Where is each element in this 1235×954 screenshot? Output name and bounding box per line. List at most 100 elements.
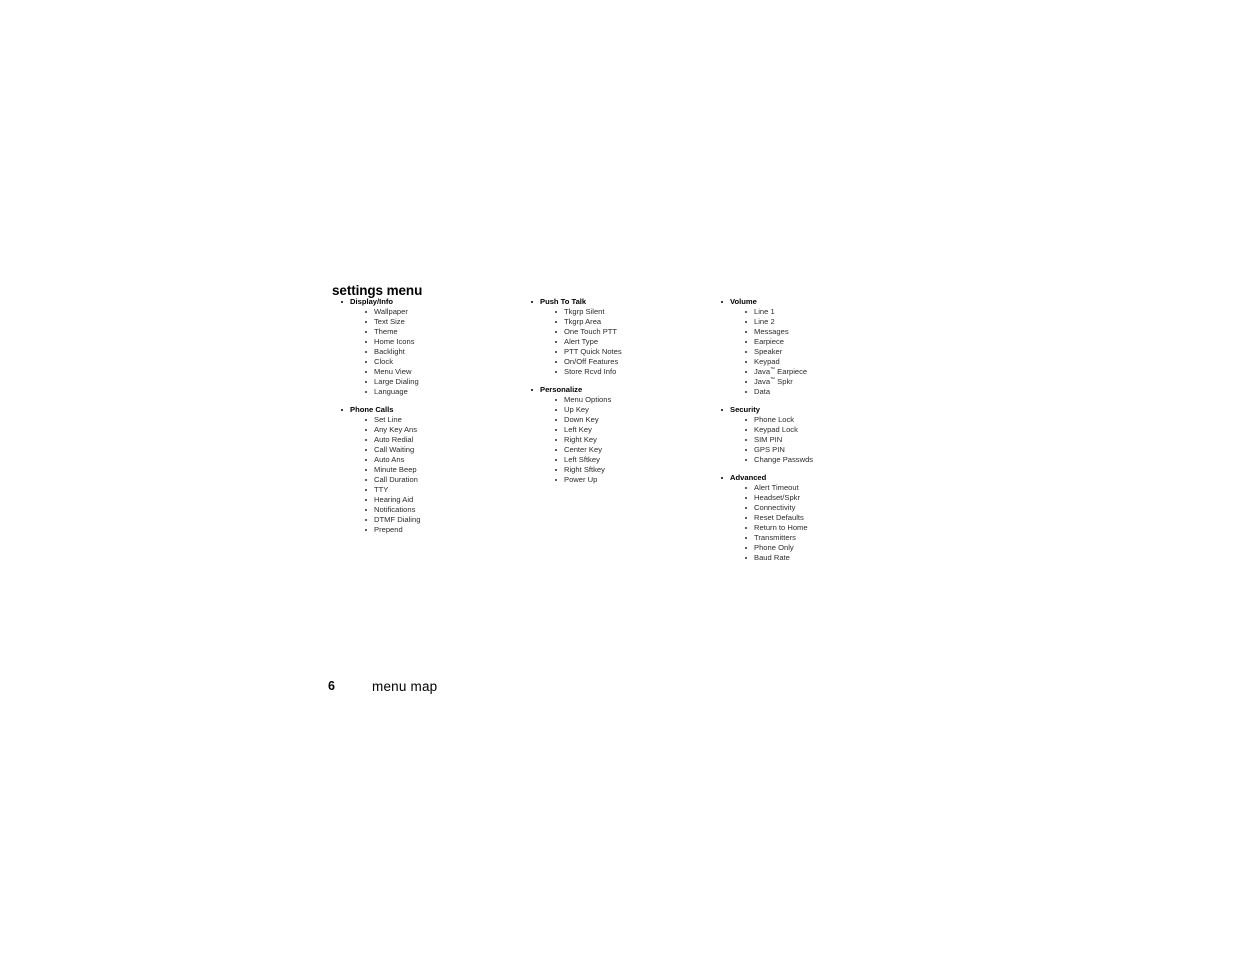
menu-item: Java™ Earpiece: [721, 367, 911, 377]
menu-item-label: Clock: [374, 357, 393, 366]
menu-item-label: Language: [374, 387, 408, 396]
menu-item-label: Transmitters: [754, 533, 796, 542]
menu-item: Hearing Aid: [341, 495, 521, 505]
menu-item: Auto Ans: [341, 455, 521, 465]
bullet-icon: [745, 486, 748, 489]
footer-section-title: menu map: [372, 679, 438, 694]
menu-item: Backlight: [341, 347, 521, 357]
footer-page-number: 6: [328, 679, 335, 693]
menu-item: SIM PIN: [721, 435, 911, 445]
bullet-icon: [365, 330, 368, 333]
menu-item-label: Alert Type: [564, 337, 599, 346]
bullet-icon: [365, 438, 368, 441]
menu-item: Left Key: [531, 425, 711, 435]
page-footer: 6 menu map: [0, 679, 1235, 699]
bullet-icon: [721, 476, 724, 479]
bullet-icon: [745, 418, 748, 421]
bullet-icon: [365, 428, 368, 431]
menu-item: Auto Redial: [341, 435, 521, 445]
menu-item-label: Auto Ans: [374, 455, 405, 464]
menu-item-list: Line 1 Line 2 Messages Earpiece Speaker Keypa…: [721, 307, 911, 397]
bullet-icon: [745, 340, 748, 343]
menu-item-label: Set Line: [374, 415, 402, 424]
menu-item: Speaker: [721, 347, 911, 357]
bullet-icon: [365, 458, 368, 461]
menu-item: Call Waiting: [341, 445, 521, 455]
menu-group-heading: Display/Info: [341, 297, 521, 307]
bullet-icon: [745, 556, 748, 559]
page-title: settings menu: [332, 283, 423, 299]
menu-item-label: Store Rcvd Info: [564, 367, 617, 376]
menu-group-label: Security: [730, 405, 760, 414]
menu-group-label: Display/Info: [350, 297, 394, 306]
menu-item-label: Java™ Earpiece: [754, 366, 808, 376]
bullet-icon: [365, 390, 368, 393]
menu-item-label: GPS PIN: [754, 445, 785, 454]
menu-group-phone-calls: Phone Calls Set Line Any Key Ans Auto Redia…: [341, 405, 521, 535]
menu-item: Theme: [341, 327, 521, 337]
menu-item-label: Down Key: [564, 415, 599, 424]
menu-item: Connectivity: [721, 503, 911, 513]
bullet-icon: [745, 458, 748, 461]
menu-item-label: Connectivity: [754, 503, 796, 512]
menu-item-label: Large Dialing: [374, 377, 419, 386]
menu-group-push-to-talk: Push To Talk Tkgrp Silent Tkgrp Area One To…: [531, 297, 711, 377]
bullet-icon: [555, 408, 558, 411]
bullet-icon: [341, 408, 344, 411]
menu-item: Minute Beep: [341, 465, 521, 475]
menu-item: Headset/Spkr: [721, 493, 911, 503]
manual-page: settings menu Display/Info Wallpaper Text …: [0, 0, 1235, 954]
menu-item: Center Key: [531, 445, 711, 455]
menu-item-list: Tkgrp Silent Tkgrp Area One Touch PTT Alert…: [531, 307, 711, 377]
menu-item-label: Keypad Lock: [754, 425, 798, 434]
menu-item-label: Java™ Spkr: [754, 376, 793, 386]
menu-item-label: Messages: [754, 327, 789, 336]
menu-item-label: PTT Quick Notes: [564, 347, 622, 356]
menu-item-list: Set Line Any Key Ans Auto Redial Call Waiti…: [341, 415, 521, 535]
menu-item: Call Duration: [341, 475, 521, 485]
menu-item: Right Sftkey: [531, 465, 711, 475]
menu-item-label: Prepend: [374, 525, 403, 534]
menu-item-label: One Touch PTT: [564, 327, 618, 336]
menu-item-label: Phone Lock: [754, 415, 795, 424]
menu-item: Menu View: [341, 367, 521, 377]
bullet-icon: [555, 478, 558, 481]
menu-item-label: Right Sftkey: [564, 465, 605, 474]
menu-item: Left Sftkey: [531, 455, 711, 465]
menu-item: Transmitters: [721, 533, 911, 543]
menu-item: Clock: [341, 357, 521, 367]
bullet-icon: [745, 428, 748, 431]
menu-group-display-info: Display/Info Wallpaper Text Size Theme Home …: [341, 297, 521, 397]
bullet-icon: [745, 438, 748, 441]
menu-item-label: Minute Beep: [374, 465, 417, 474]
menu-item: Large Dialing: [341, 377, 521, 387]
bullet-icon: [341, 300, 344, 303]
menu-item-label: Reset Defaults: [754, 513, 804, 522]
bullet-icon: [365, 340, 368, 343]
menu-item-list: Alert Timeout Headset/Spkr Connectivity Res…: [721, 483, 911, 563]
bullet-icon: [555, 350, 558, 353]
menu-item-label: TTY: [374, 485, 389, 494]
menu-item-label: Right Key: [564, 435, 597, 444]
bullet-icon: [745, 350, 748, 353]
menu-item: Power Up: [531, 475, 711, 485]
bullet-icon: [721, 408, 724, 411]
bullet-icon: [531, 300, 534, 303]
menu-item-label: Line 1: [754, 307, 775, 316]
menu-group-advanced: Advanced Alert Timeout Headset/Spkr Connect…: [721, 473, 911, 563]
menu-group-label: Personalize: [540, 385, 583, 394]
bullet-icon: [365, 478, 368, 481]
menu-item-label: Hearing Aid: [374, 495, 414, 504]
menu-item-label: Left Key: [564, 425, 592, 434]
bullet-icon: [555, 330, 558, 333]
bullet-icon: [745, 390, 748, 393]
menu-item: GPS PIN: [721, 445, 911, 455]
bullet-icon: [745, 370, 748, 373]
bullet-icon: [365, 310, 368, 313]
bullet-icon: [365, 350, 368, 353]
menu-group-label: Volume: [730, 297, 757, 306]
bullet-icon: [365, 518, 368, 521]
menu-item: Reset Defaults: [721, 513, 911, 523]
menu-item-label: Auto Redial: [374, 435, 414, 444]
bullet-icon: [365, 448, 368, 451]
